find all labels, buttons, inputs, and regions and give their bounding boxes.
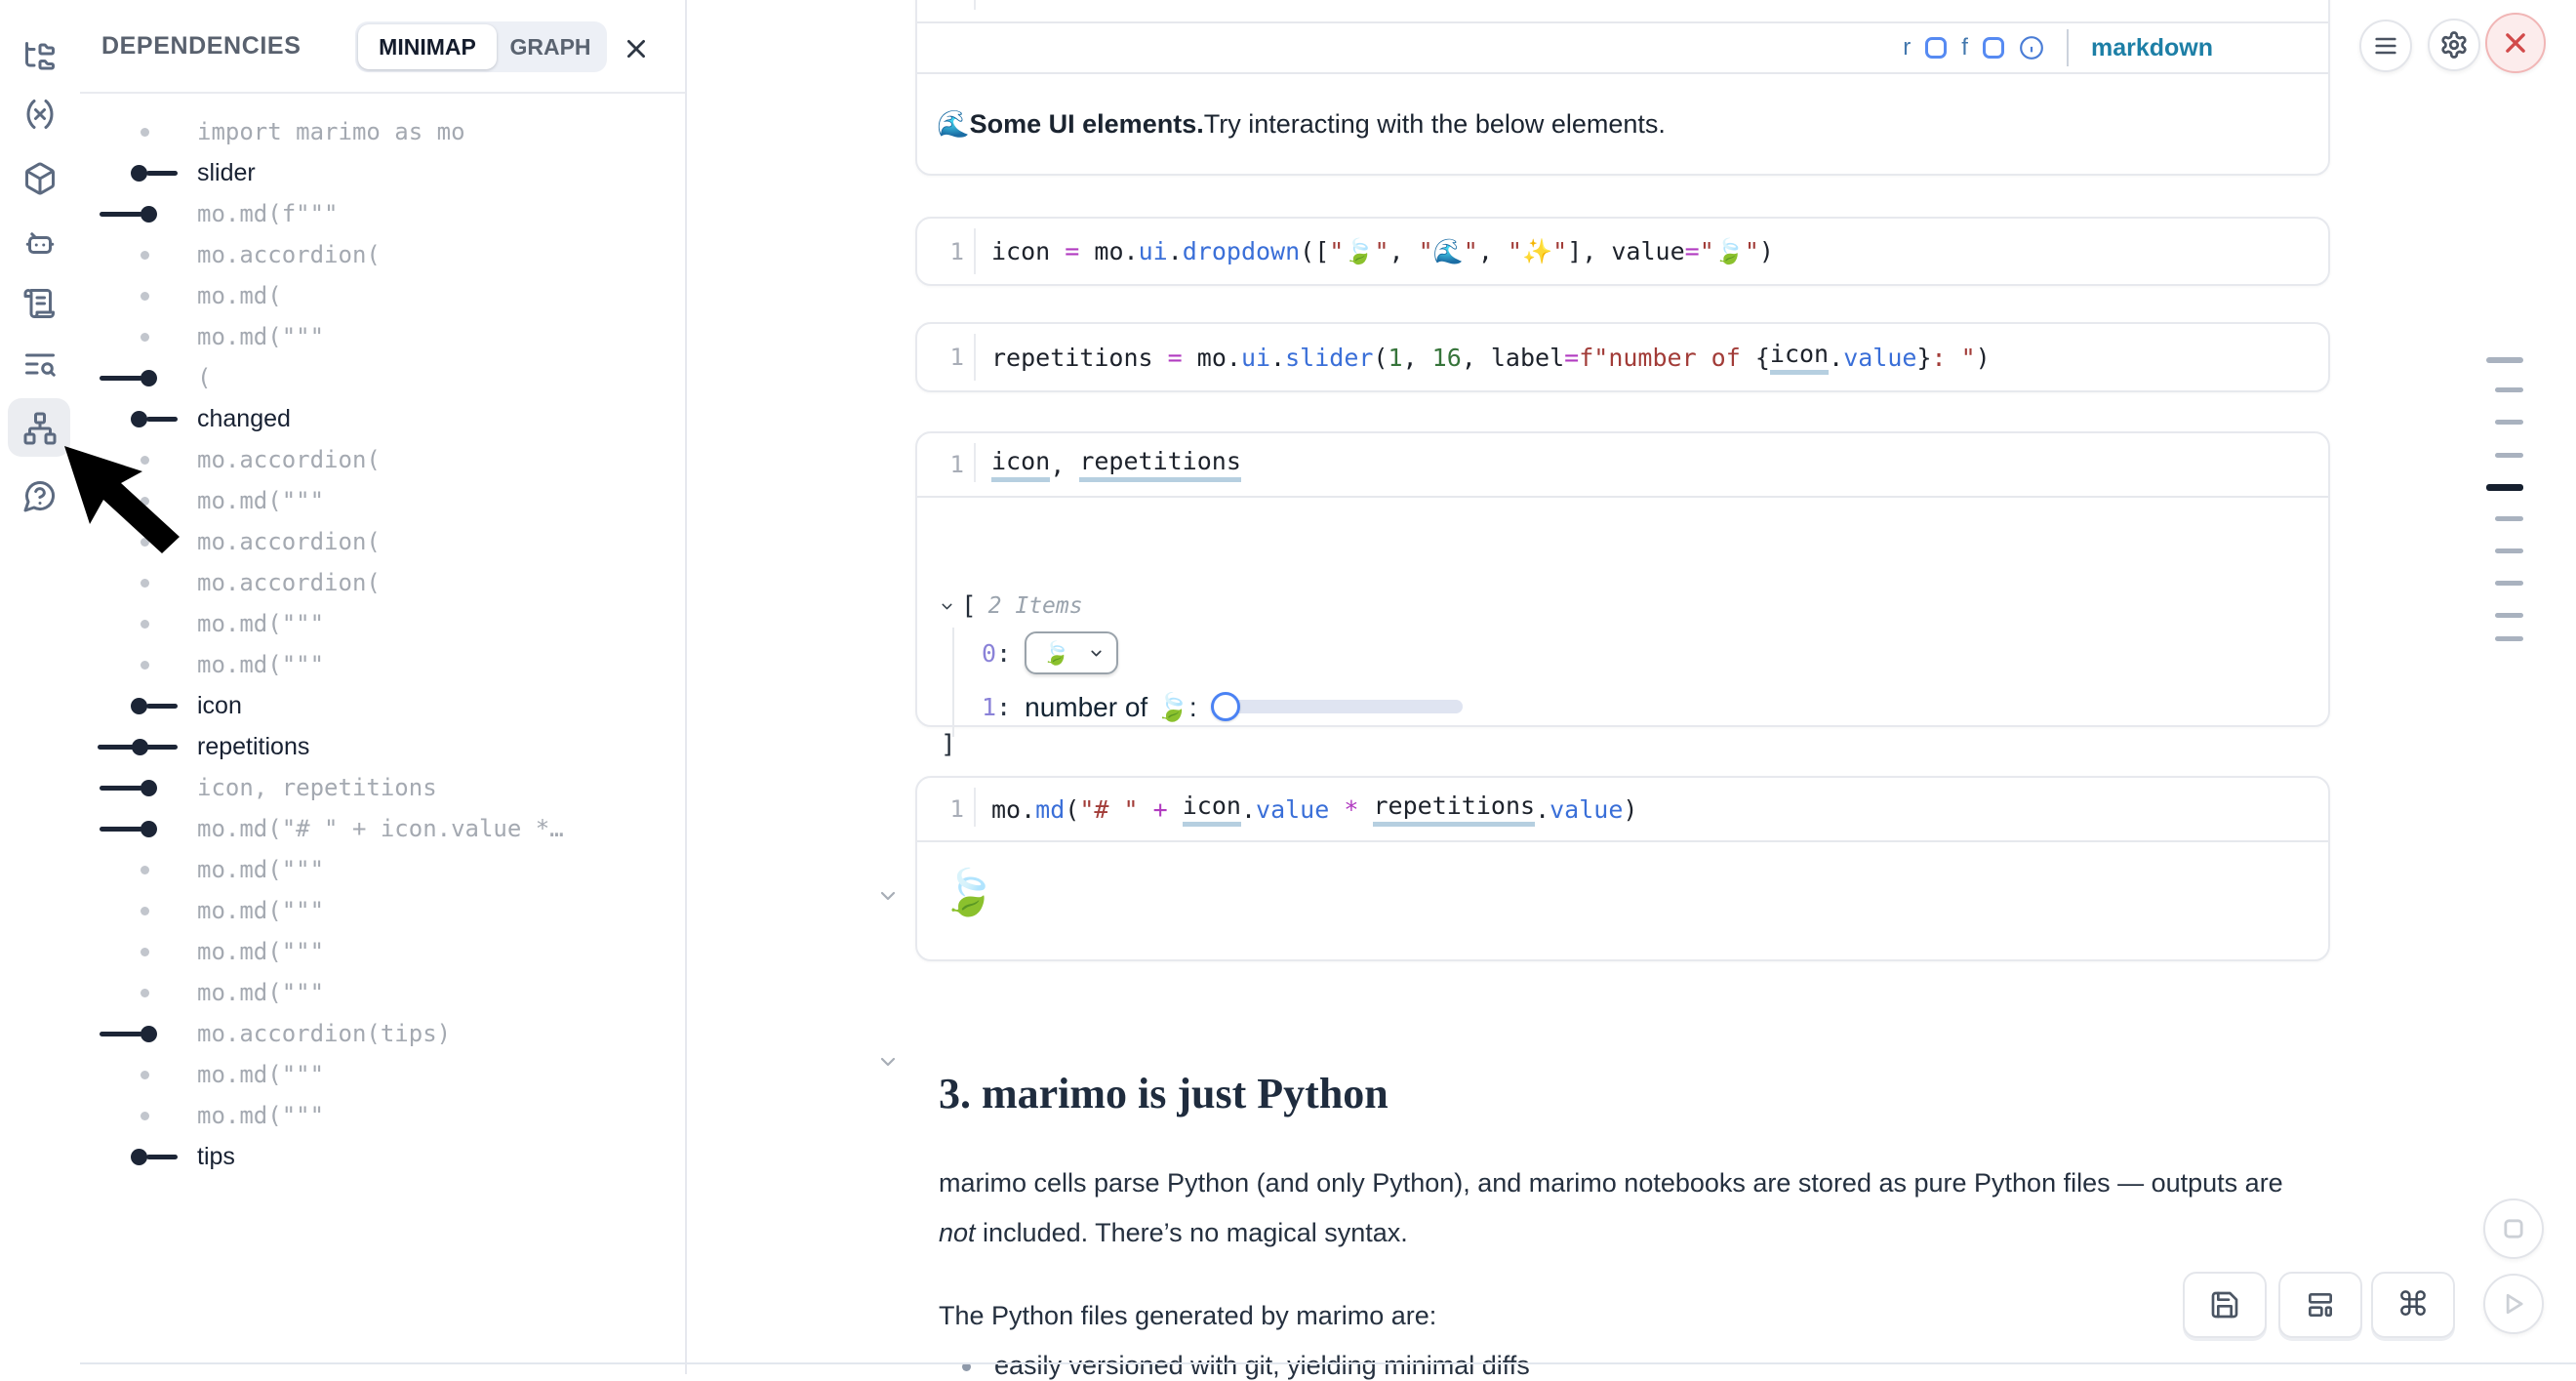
mouse-cursor [0, 0, 2576, 1374]
marimo-notebook-app: DEPENDENCIES MINIMAP GRAPH import marimo… [0, 0, 2576, 1374]
